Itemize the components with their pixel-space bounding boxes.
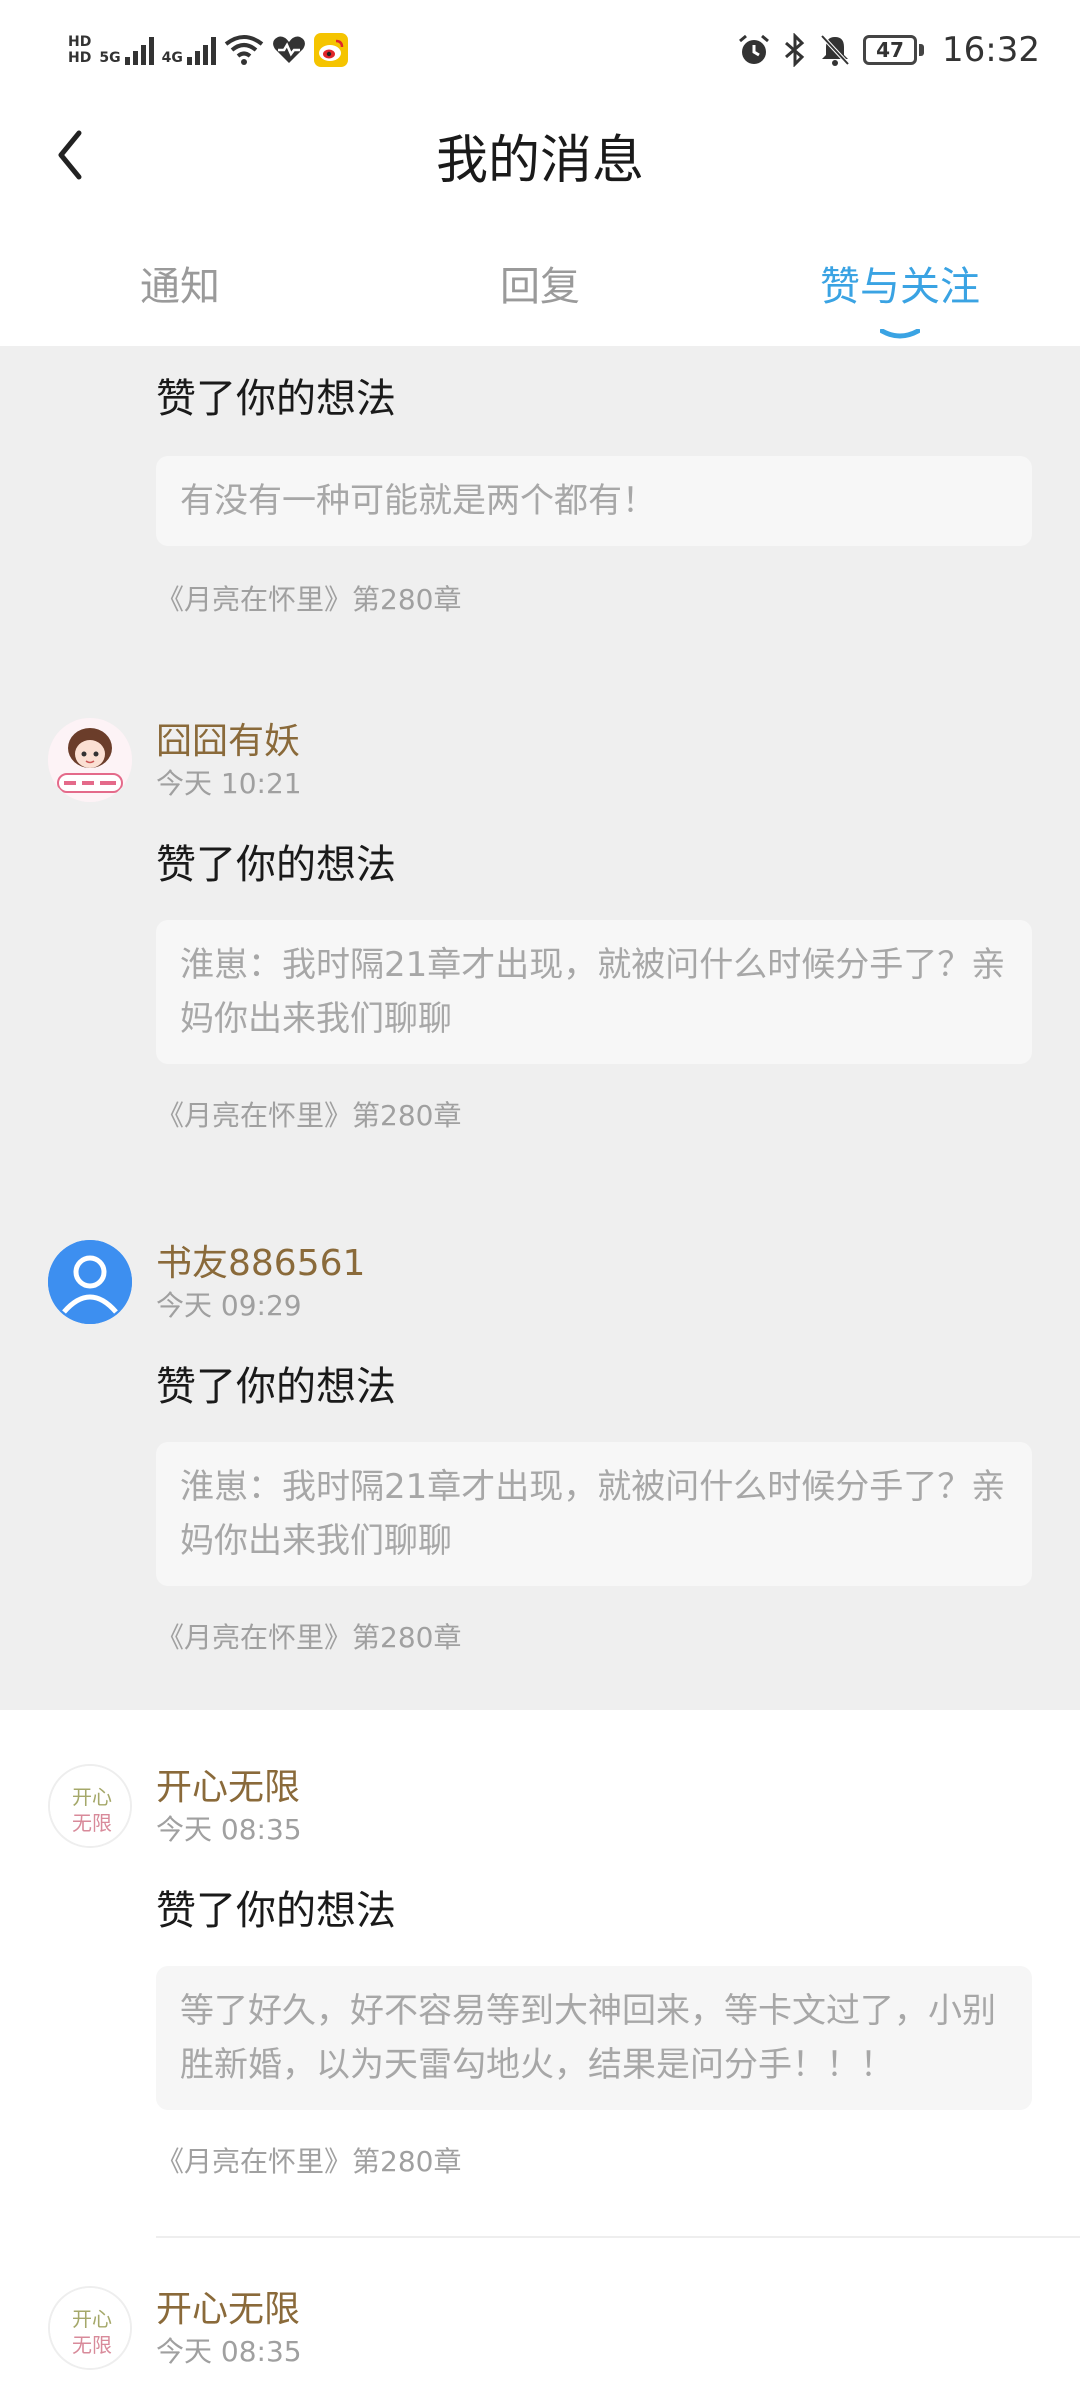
avatar-text-bottom: 无限 xyxy=(72,1811,112,1835)
message-feed[interactable]: 赞了你的想法 有没有一种可能就是两个都有！ 《月亮在怀里》第280章 囧囧有妖 … xyxy=(0,346,1080,2400)
like-action-text: 赞了你的想法 xyxy=(156,1888,396,1934)
net-label-4g: 4G xyxy=(161,50,183,66)
back-button[interactable] xyxy=(40,120,100,190)
quoted-thought[interactable]: 淮崽：我时隔21章才出现，就被问什么时候分手了？亲妈你出来我们聊聊 xyxy=(156,920,1032,1064)
book-source[interactable]: 《月亮在怀里》第280章 xyxy=(156,1616,461,1656)
battery-icon: 47 xyxy=(863,35,925,65)
hd-label-1: HD xyxy=(68,34,92,50)
list-item[interactable]: 囧囧有妖 今天 10:21 赞了你的想法 淮崽：我时隔21章才出现，就被问什么时… xyxy=(0,698,1080,1132)
timestamp: 今天 08:35 xyxy=(156,1813,302,1846)
active-tab-indicator xyxy=(880,329,920,339)
status-bar: HD HD 5G 4G 47 16:32 xyxy=(0,0,1080,100)
signal-5g: 5G xyxy=(99,35,154,66)
tab-replies[interactable]: 回复 xyxy=(360,240,720,345)
list-item[interactable]: 赞了你的想法 有没有一种可能就是两个都有！ 《月亮在怀里》第280章 xyxy=(0,346,1080,616)
like-action-text: 赞了你的想法 xyxy=(156,1364,396,1410)
username[interactable]: 囧囧有妖 xyxy=(156,712,300,764)
list-item[interactable]: 开心 无限 开心无限 今天 08:35 xyxy=(0,2266,1080,2400)
battery-level: 47 xyxy=(876,38,904,62)
signal-bars-icon xyxy=(186,35,216,65)
tab-label: 赞与关注 xyxy=(820,264,980,310)
tab-likes-follows[interactable]: 赞与关注 xyxy=(720,240,1080,345)
alarm-icon xyxy=(739,34,769,64)
quoted-thought[interactable]: 等了好久，好不容易等到大神回来，等卡文过了，小别胜新婚，以为天雷勾地火，结果是问… xyxy=(156,1966,1032,2110)
page-title: 我的消息 xyxy=(435,130,644,191)
timestamp: 今天 08:35 xyxy=(156,2335,302,2368)
like-action-text: 赞了你的想法 xyxy=(156,842,396,888)
tab-notifications[interactable]: 通知 xyxy=(0,240,360,345)
avatar-text-top: 开心 xyxy=(72,1785,112,1809)
hd-indicator: HD HD xyxy=(68,34,91,66)
user-avatar[interactable]: 开心 无限 xyxy=(48,1764,132,1848)
quoted-thought[interactable]: 有没有一种可能就是两个都有！ xyxy=(156,456,1032,546)
weibo-app-icon xyxy=(313,33,348,67)
like-action-text: 赞了你的想法 xyxy=(156,376,396,422)
book-source[interactable]: 《月亮在怀里》第280章 xyxy=(156,2140,461,2180)
list-item[interactable]: 开心 无限 开心无限 今天 08:35 赞了你的想法 等了好久，好不容易等到大神… xyxy=(0,1744,1080,2184)
net-label-5g: 5G xyxy=(99,50,121,66)
username[interactable]: 开心无限 xyxy=(156,1758,300,1810)
wifi-icon xyxy=(224,35,264,65)
avatar-text-bottom: 无限 xyxy=(72,2333,112,2357)
signal-bars-icon xyxy=(124,35,154,65)
health-heart-icon xyxy=(272,36,305,63)
signal-4g: 4G xyxy=(162,35,216,65)
default-user-icon xyxy=(48,1240,132,1324)
list-item[interactable]: 书友886561 今天 09:29 赞了你的想法 淮崽：我时隔21章才出现，就被… xyxy=(0,1220,1080,1660)
tab-label: 通知 xyxy=(140,264,220,310)
text-avatar-icon: 开心 无限 xyxy=(50,2288,130,2368)
username[interactable]: 开心无限 xyxy=(156,2280,300,2332)
status-time: 16:32 xyxy=(942,30,1040,70)
user-avatar[interactable]: 开心 无限 xyxy=(48,2286,132,2370)
tab-bar: 通知 回复 赞与关注 xyxy=(0,240,1080,345)
username[interactable]: 书友886561 xyxy=(156,1234,365,1286)
book-source[interactable]: 《月亮在怀里》第280章 xyxy=(156,1094,461,1134)
timestamp: 今天 09:29 xyxy=(156,1289,302,1322)
mute-bell-icon xyxy=(820,34,850,66)
item-divider xyxy=(156,2236,1080,2238)
tab-label: 回复 xyxy=(500,264,580,310)
quoted-thought[interactable]: 淮崽：我时隔21章才出现，就被问什么时候分手了？亲妈你出来我们聊聊 xyxy=(156,1442,1032,1586)
page-header: 我的消息 xyxy=(0,100,1080,210)
status-left: HD HD 5G 4G xyxy=(68,33,348,67)
back-arrow-icon xyxy=(58,130,82,180)
timestamp: 今天 10:21 xyxy=(156,767,302,800)
bluetooth-icon xyxy=(785,33,805,67)
text-avatar-icon: 开心 无限 xyxy=(50,1766,130,1846)
hd-label-2: HD xyxy=(68,50,92,66)
user-avatar[interactable] xyxy=(48,1240,132,1324)
anime-avatar-icon xyxy=(48,718,132,802)
status-right: 47 16:32 xyxy=(737,30,1040,70)
book-source[interactable]: 《月亮在怀里》第280章 xyxy=(156,578,461,618)
avatar-text-top: 开心 xyxy=(72,2307,112,2331)
user-avatar[interactable] xyxy=(48,718,132,802)
